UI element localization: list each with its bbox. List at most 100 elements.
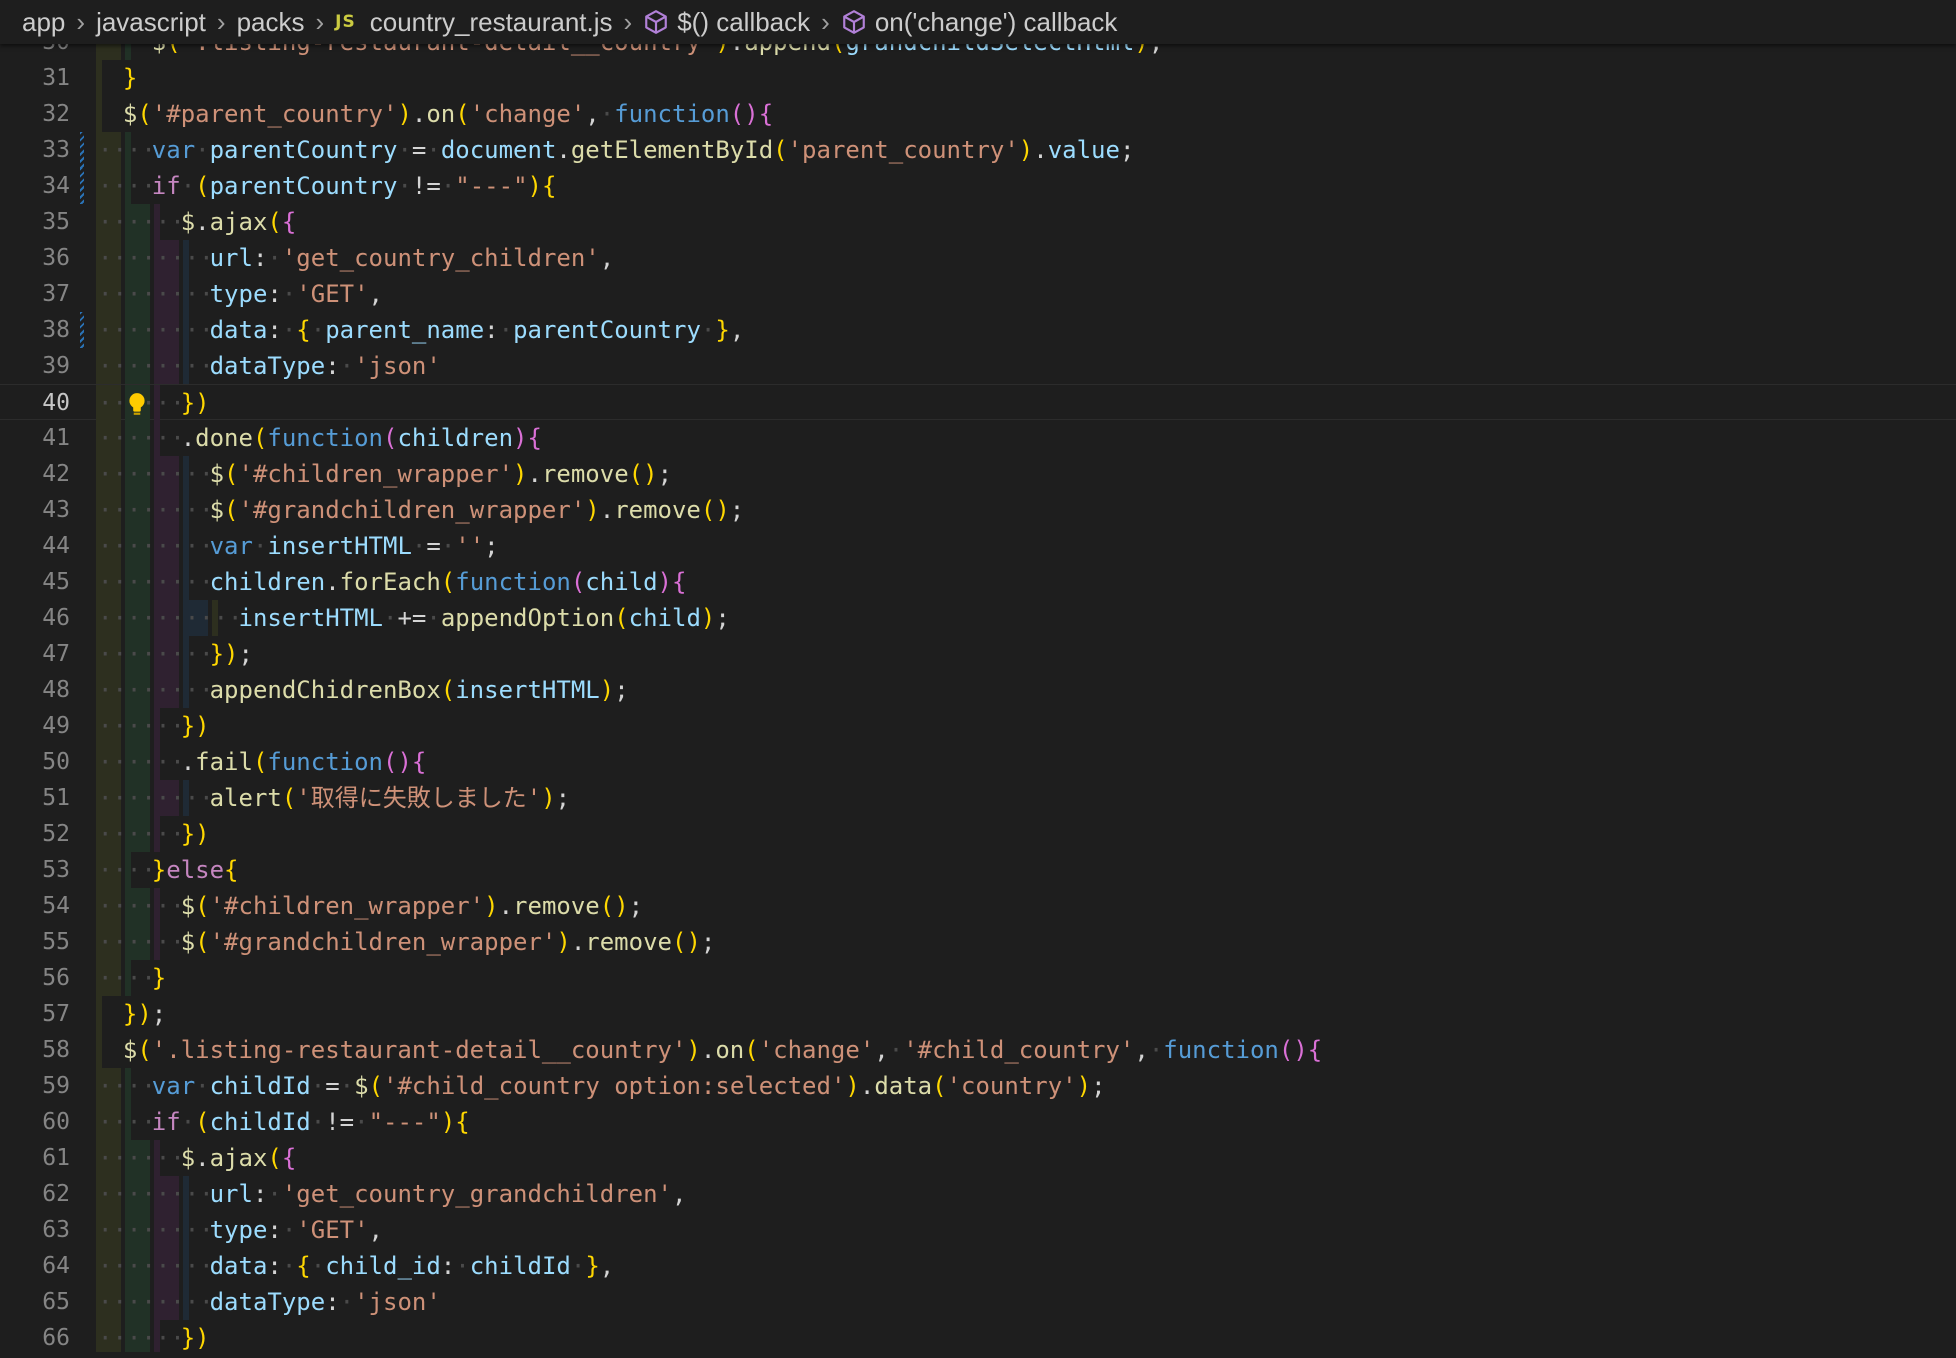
chevron-right-icon: › xyxy=(821,6,830,37)
code-line[interactable]: 49 ······}) xyxy=(0,708,1956,744)
code-line[interactable]: 40······}) xyxy=(0,384,1956,421)
whitespace-dots: ········ xyxy=(98,1216,214,1244)
code-line[interactable]: 37 ········ type:·'GET', xyxy=(0,276,1956,312)
code-line[interactable]: 32 $('#parent_country').on('change',·func… xyxy=(0,96,1956,132)
code-text[interactable]: }) xyxy=(181,385,210,421)
code-line[interactable]: 39 ········ dataType:·'json' xyxy=(0,348,1956,384)
code-line[interactable]: 64 ········ data:·{·child_id:·childId·}, xyxy=(0,1248,1956,1284)
line-number: 54 xyxy=(42,893,70,919)
code-text[interactable]: $('#grandchildren_wrapper').remove(); xyxy=(181,924,716,960)
code-line[interactable]: 48 ········ appendChidrenBox(insertHTML); xyxy=(0,672,1956,708)
breadcrumb-file[interactable]: country_restaurant.js xyxy=(370,7,613,38)
code-text[interactable]: url:·'get_country_grandchildren', xyxy=(210,1176,687,1212)
code-line[interactable]: 55 ······ $('#grandchildren_wrapper').remo… xyxy=(0,924,1956,960)
breadcrumb-packs[interactable]: packs xyxy=(237,7,305,38)
code-text[interactable]: url:·'get_country_children', xyxy=(210,240,615,276)
code-text[interactable]: var·insertHTML·=·''; xyxy=(210,528,499,564)
code-text[interactable]: }); xyxy=(123,996,166,1032)
code-line[interactable]: 58 $('.listing-restaurant-detail__country… xyxy=(0,1032,1956,1068)
code-text[interactable]: $.ajax({ xyxy=(181,204,297,240)
code-text[interactable]: $('#children_wrapper').remove(); xyxy=(181,888,643,924)
code-text[interactable]: data:·{·child_id:·childId·}, xyxy=(210,1248,615,1284)
code-text[interactable]: appendChidrenBox(insertHTML); xyxy=(210,672,629,708)
code-line[interactable]: 42 ········ $('#children_wrapper').remove(… xyxy=(0,456,1956,492)
whitespace-dots: ········ xyxy=(98,532,214,560)
modified-line-marker[interactable] xyxy=(80,312,84,348)
code-line[interactable]: 63 ········ type:·'GET', xyxy=(0,1212,1956,1248)
whitespace-dots: ········ xyxy=(98,676,214,704)
modified-line-marker[interactable] xyxy=(80,168,84,204)
code-line[interactable]: 60 ···· if·(childId·!=·"---"){ xyxy=(0,1104,1956,1140)
code-text[interactable]: data:·{·parent_name:·parentCountry·}, xyxy=(210,312,745,348)
whitespace-dots: ······ xyxy=(98,1324,185,1352)
breadcrumb-change-callback[interactable]: on('change') callback xyxy=(875,7,1118,38)
code-line[interactable]: 31} xyxy=(0,60,1956,96)
code-line[interactable]: 47 ········}); xyxy=(0,636,1956,672)
code-text[interactable]: $('#grandchildren_wrapper').remove(); xyxy=(210,492,745,528)
whitespace-dots: ········ xyxy=(98,244,214,272)
code-text[interactable]: dataType:·'json' xyxy=(210,1284,441,1320)
code-line[interactable]: 44 ········ var·insertHTML·=·''; xyxy=(0,528,1956,564)
code-text[interactable]: .done(function(children){ xyxy=(181,420,542,456)
code-line[interactable]: 53 ····}else{ xyxy=(0,852,1956,888)
line-number: 36 xyxy=(42,245,70,271)
code-text[interactable]: dataType:·'json' xyxy=(210,348,441,384)
modified-line-marker[interactable] xyxy=(80,132,84,168)
breadcrumb-callback[interactable]: $() callback xyxy=(677,7,810,38)
code-line[interactable]: 66 ······}) xyxy=(0,1320,1956,1352)
code-text[interactable]: }) xyxy=(181,708,210,744)
code-editor[interactable]: 30····$('.listing-restaurant-detail__cou… xyxy=(0,24,1956,1352)
code-line[interactable]: 56 ····} xyxy=(0,960,1956,996)
code-line[interactable]: 45 ········ children.forEach(function(chil… xyxy=(0,564,1956,600)
code-line[interactable]: 36 ········ url:·'get_country_children', xyxy=(0,240,1956,276)
whitespace-dots: ······ xyxy=(98,424,185,452)
code-line[interactable]: 52 ······}) xyxy=(0,816,1956,852)
code-text[interactable]: }) xyxy=(181,1320,210,1352)
code-text[interactable]: type:·'GET', xyxy=(210,276,383,312)
code-line[interactable]: 54 ······ $('#children_wrapper').remove(); xyxy=(0,888,1956,924)
code-line[interactable]: 50 ······ .fail(function(){ xyxy=(0,744,1956,780)
code-text[interactable]: type:·'GET', xyxy=(210,1212,383,1248)
whitespace-dots: ········ xyxy=(98,1252,214,1280)
code-text[interactable]: .fail(function(){ xyxy=(181,744,427,780)
code-text[interactable]: }else{ xyxy=(152,852,239,888)
code-text[interactable]: $('.listing-restaurant-detail__country')… xyxy=(123,1032,1322,1068)
code-line[interactable]: 34 ···· if·(parentCountry·!=·"---"){ xyxy=(0,168,1956,204)
code-text[interactable]: insertHTML·+=·appendOption(child); xyxy=(239,600,730,636)
code-text[interactable]: if·(parentCountry·!=·"---"){ xyxy=(152,168,557,204)
chevron-right-icon: › xyxy=(623,6,633,37)
code-text[interactable]: $.ajax({ xyxy=(181,1140,297,1176)
breadcrumb-app[interactable]: app xyxy=(22,7,65,38)
code-line[interactable]: 61 ······ $.ajax({ xyxy=(0,1140,1956,1176)
code-text[interactable]: }); xyxy=(210,636,253,672)
code-text[interactable]: alert('取得に失敗しました'); xyxy=(210,780,571,816)
code-line[interactable]: 51 ········ alert('取得に失敗しました'); xyxy=(0,780,1956,816)
code-line[interactable]: 65 ········ dataType:·'json' xyxy=(0,1284,1956,1320)
breadcrumb-javascript[interactable]: javascript xyxy=(96,7,206,38)
code-line[interactable]: 38 ········ data:·{·parent_name:·parentCou… xyxy=(0,312,1956,348)
whitespace-dots: ···· xyxy=(98,964,156,992)
code-text[interactable]: children.forEach(function(child){ xyxy=(210,564,687,600)
code-text[interactable]: } xyxy=(152,960,166,996)
lightbulb-icon[interactable] xyxy=(124,391,150,417)
code-line[interactable]: 59 ···· var·childId·=·$('#child_country op… xyxy=(0,1068,1956,1104)
code-text[interactable]: var·childId·=·$('#child_country option:s… xyxy=(152,1068,1106,1104)
code-text[interactable]: $('#parent_country').on('change',·functi… xyxy=(123,96,773,132)
code-text[interactable]: } xyxy=(123,60,137,96)
code-text[interactable]: if·(childId·!=·"---"){ xyxy=(152,1104,470,1140)
line-number: 33 xyxy=(42,137,70,163)
code-text[interactable]: }) xyxy=(181,816,210,852)
code-line[interactable]: 43 ········ $('#grandchildren_wrapper').re… xyxy=(0,492,1956,528)
line-number: 31 xyxy=(42,65,70,91)
code-line[interactable]: 35 ······ $.ajax({ xyxy=(0,204,1956,240)
indent-guide xyxy=(96,96,102,132)
code-line[interactable]: 33 ···· var·parentCountry·=·document.getEl… xyxy=(0,132,1956,168)
line-number: 66 xyxy=(42,1325,70,1351)
code-line[interactable]: 41 ······ .done(function(children){ xyxy=(0,420,1956,456)
code-text[interactable]: $('#children_wrapper').remove(); xyxy=(210,456,672,492)
code-line[interactable]: 62 ········ url:·'get_country_grandchildre… xyxy=(0,1176,1956,1212)
whitespace-dots: ········ xyxy=(98,784,214,812)
code-text[interactable]: var·parentCountry·=·document.getElementB… xyxy=(152,132,1135,168)
code-line[interactable]: 57}); xyxy=(0,996,1956,1032)
code-line[interactable]: 46 ·········· insertHTML·+=·appendOption(c… xyxy=(0,600,1956,636)
